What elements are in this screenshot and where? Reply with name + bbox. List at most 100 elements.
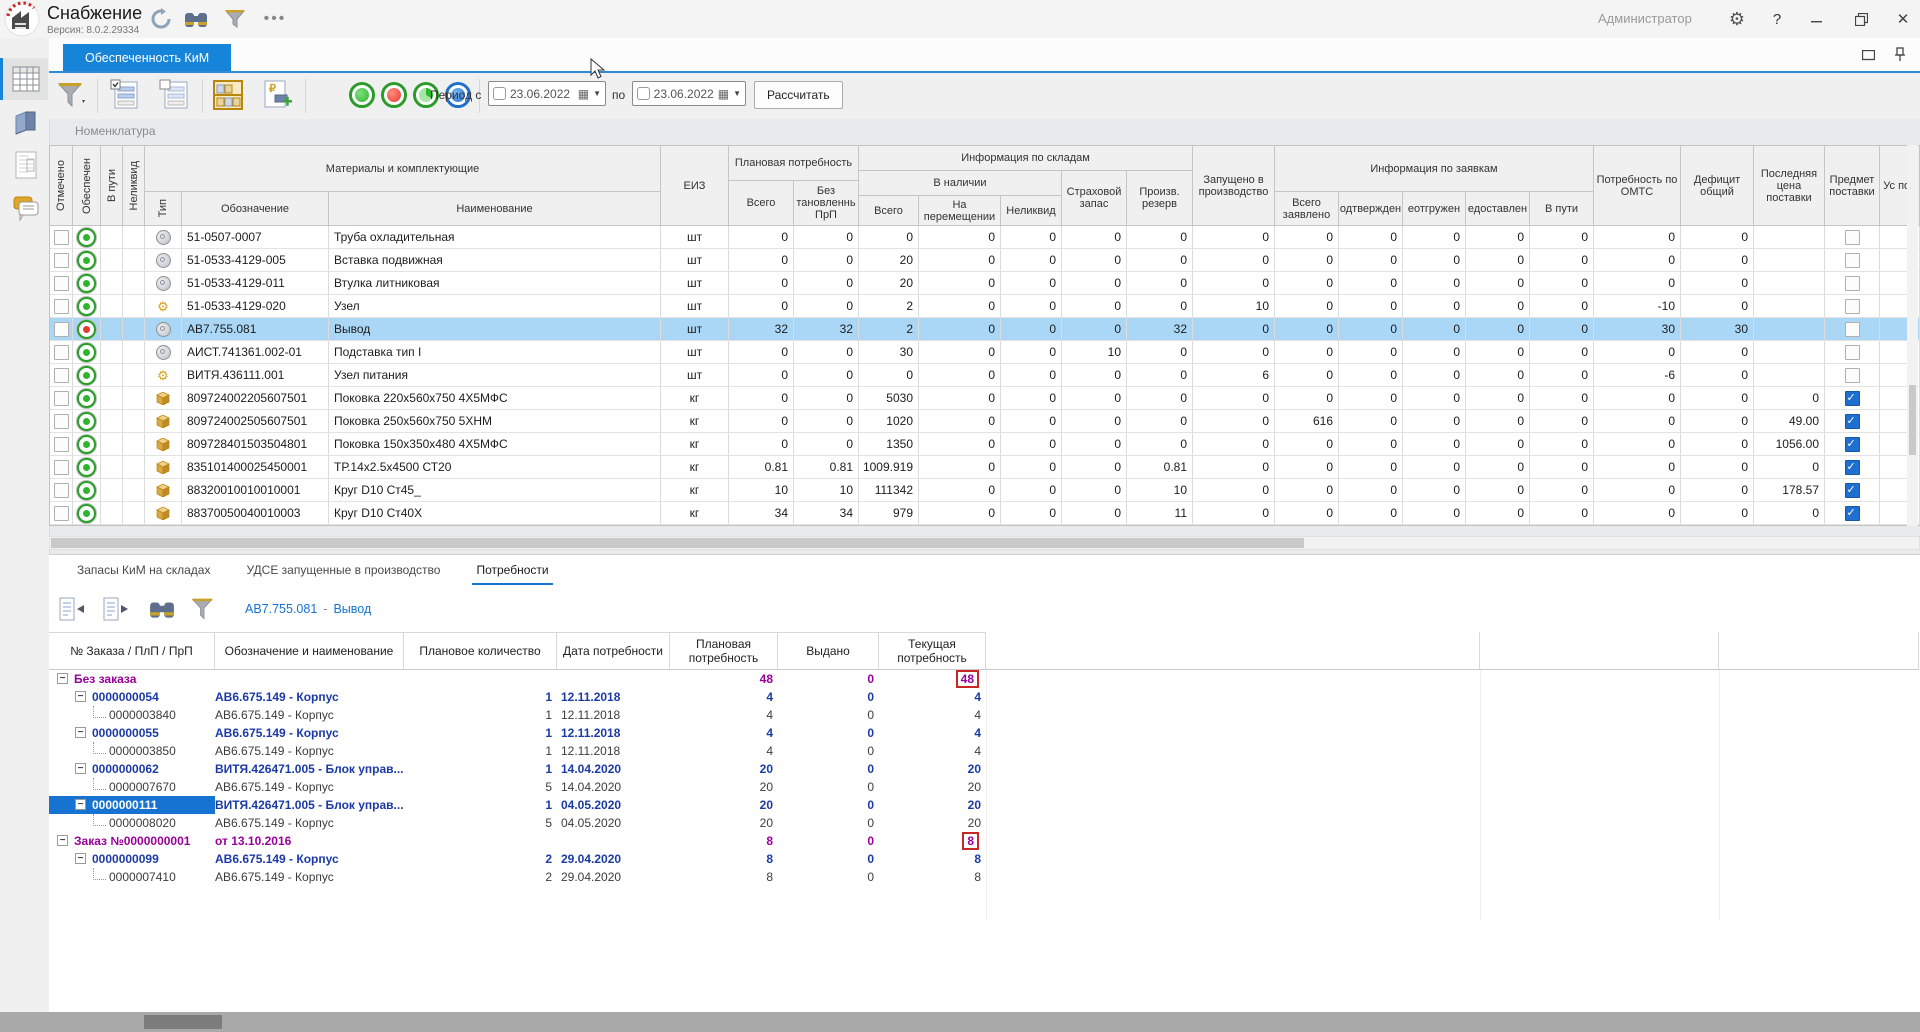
table-row[interactable]: 809728401503504801Поковка 150х350х480 4Х… [50,433,1920,456]
table-row[interactable]: 88370050040010003Круг D10 Ст40Хкг3434979… [50,502,1920,525]
demand-order-cell[interactable]: −0000000054 [49,688,215,706]
tree-expand-icon[interactable]: − [75,799,86,810]
expand-doc-icon[interactable] [101,595,131,623]
tree-expand-icon[interactable]: − [57,835,68,846]
column-header-provided[interactable]: Обеспечен [73,146,101,226]
table-row[interactable]: 809724002505607501Поковка 250х560х750 5Х… [50,410,1920,433]
demand-header-5[interactable]: Выдано [778,632,879,670]
demand-order-cell[interactable]: 0000007670 [49,778,215,796]
demand-order-cell[interactable]: −0000000055 [49,724,215,742]
demand-order-cell[interactable]: −0000000099 [49,850,215,868]
chevron-down-icon[interactable]: ▼ [733,89,741,98]
supply-subject-checkbox[interactable] [1845,437,1860,452]
table-row[interactable]: ⚙51-0533-4129-020Узелшт00200001000000-10… [50,295,1920,318]
date-to-value[interactable]: 23.06.2022 [654,87,714,101]
column-header-avail_illiquid[interactable]: Неликвид [1001,196,1062,226]
supply-subject-checkbox[interactable] [1845,506,1860,521]
column-header-illiquid[interactable]: Неликвид [123,146,145,226]
filter-funnel-icon[interactable] [57,81,87,109]
demand-header-8[interactable] [1480,632,1719,670]
warehouse-shelf-icon[interactable] [211,79,245,111]
column-header-safety_stock[interactable]: Страховой запас [1062,171,1127,226]
table-row[interactable]: 51-0533-4129-005Вставка подвижнаяшт00200… [50,249,1920,272]
demand-header-7[interactable] [986,632,1480,670]
column-header-requests_group[interactable]: Информация по заявкам [1275,146,1594,192]
scrollbar-thumb[interactable] [144,1015,222,1029]
date-from-input[interactable]: 23.06.2022 ▦ ▼ [488,81,606,106]
supply-subject-checkbox[interactable] [1845,391,1860,406]
supply-subject-checkbox[interactable] [1845,230,1860,245]
sidebar-item-chat[interactable] [3,188,48,230]
demand-header-4[interactable]: Плановая потребность [670,632,778,670]
bottom-tab-1[interactable]: УДСЕ запущенные в производство [242,555,444,585]
marked-checkbox[interactable] [54,253,69,268]
demand-row[interactable]: 0000003840АВ6.675.149 - Корпус112.11.201… [49,706,1920,724]
column-header-req_unshipped[interactable]: еотгружен [1403,192,1466,226]
column-header-avail_total[interactable]: Всего [859,196,919,226]
supply-subject-checkbox[interactable] [1845,414,1860,429]
supply-subject-checkbox[interactable] [1845,368,1860,383]
table-row[interactable]: 835101400025450001ТР.14х2.5х4500 СТ20кг0… [50,456,1920,479]
column-header-launched[interactable]: Запущено в производство [1193,146,1275,226]
marked-checkbox[interactable] [54,230,69,245]
ruble-doc-icon[interactable]: ₽ [259,79,295,111]
scrollbar-thumb[interactable] [51,538,1304,548]
demand-header-3[interactable]: Дата потребности [557,632,670,670]
supply-subject-checkbox[interactable] [1845,322,1860,337]
demand-row[interactable]: −Заказ №0000000001от 13.10.2016808 [49,832,1920,850]
horizontal-scrollbar[interactable] [49,536,1920,550]
restore-button[interactable] [1846,8,1876,30]
demand-row[interactable]: 0000003850АВ6.675.149 - Корпус112.11.201… [49,742,1920,760]
column-header-req_undelivered[interactable]: едоставлен [1466,192,1530,226]
close-button[interactable]: ✕ [1888,8,1918,30]
demand-order-cell[interactable]: −0000000062 [49,760,215,778]
column-header-planned_wo_prp[interactable]: Без тановленнь ПрП [794,181,859,226]
sidebar-item-grid[interactable] [3,58,48,100]
demand-order-cell[interactable]: 0000008020 [49,814,215,832]
tree-expand-icon[interactable]: − [75,727,86,738]
marked-checkbox[interactable] [54,299,69,314]
demand-header-0[interactable]: № Заказа / ПлП / ПрП [49,632,215,670]
demand-row[interactable]: −0000000062ВИТЯ.426471.005 - Блок управ.… [49,760,1920,778]
table-row[interactable]: 51-0507-0007Труба охладительнаяшт0000000… [50,226,1920,249]
green-circle-icon[interactable] [349,82,375,108]
demand-order-cell[interactable]: −Без заказа [49,670,215,688]
column-header-planned_total[interactable]: Всего [729,181,794,226]
supply-subject-checkbox[interactable] [1845,299,1860,314]
checklist-doc-icon[interactable] [107,79,141,111]
demand-row[interactable]: −0000000099АВ6.675.149 - Корпус229.04.20… [49,850,1920,868]
copy-doc-icon[interactable] [157,79,191,111]
marked-checkbox[interactable] [54,437,69,452]
more-icon[interactable]: ••• [262,7,288,31]
table-row[interactable]: 51-0533-4129-011Втулка литниковаяшт00200… [50,272,1920,295]
filter-icon[interactable] [222,7,248,31]
column-header-omts[interactable]: Потребность по ОМТС [1594,146,1681,226]
date-to-checkbox[interactable] [637,87,650,100]
refresh-icon[interactable] [148,7,174,31]
pin-icon[interactable] [1894,47,1906,62]
selected-item-code[interactable]: АВ7.755.081 [245,602,317,616]
column-header-supply_subject[interactable]: Предмет поставки [1825,146,1880,226]
table-row[interactable]: ⚙ВИТЯ.436111.001Узел питанияшт0000000600… [50,364,1920,387]
column-header-deficit[interactable]: Дефицит общий [1681,146,1754,226]
maximize-panel-icon[interactable] [1862,50,1875,61]
demand-order-cell[interactable]: 0000007410 [49,868,215,886]
demand-header-9[interactable] [1719,632,1919,670]
demand-order-cell[interactable]: 0000003850 [49,742,215,760]
binoculars-icon[interactable] [183,7,209,31]
marked-checkbox[interactable] [54,460,69,475]
selected-item-name[interactable]: Вывод [333,602,371,616]
sidebar-item-document[interactable] [3,144,48,186]
marked-checkbox[interactable] [54,322,69,337]
table-row[interactable]: АВ7.755.081Выводшт32322000320000003030 [50,318,1920,341]
demand-order-cell[interactable]: −Заказ №0000000001 [49,832,215,850]
demand-order-cell[interactable]: 0000003840 [49,706,215,724]
calendar-icon[interactable]: ▦ [718,89,729,99]
marked-checkbox[interactable] [54,368,69,383]
demand-row[interactable]: −0000000054АВ6.675.149 - Корпус112.11.20… [49,688,1920,706]
column-header-req_total[interactable]: Всего заявлено [1275,192,1339,226]
column-header-type[interactable]: Тип [145,192,182,226]
marked-checkbox[interactable] [54,345,69,360]
red-circle-icon[interactable] [381,82,407,108]
calendar-icon[interactable]: ▦ [578,89,589,99]
